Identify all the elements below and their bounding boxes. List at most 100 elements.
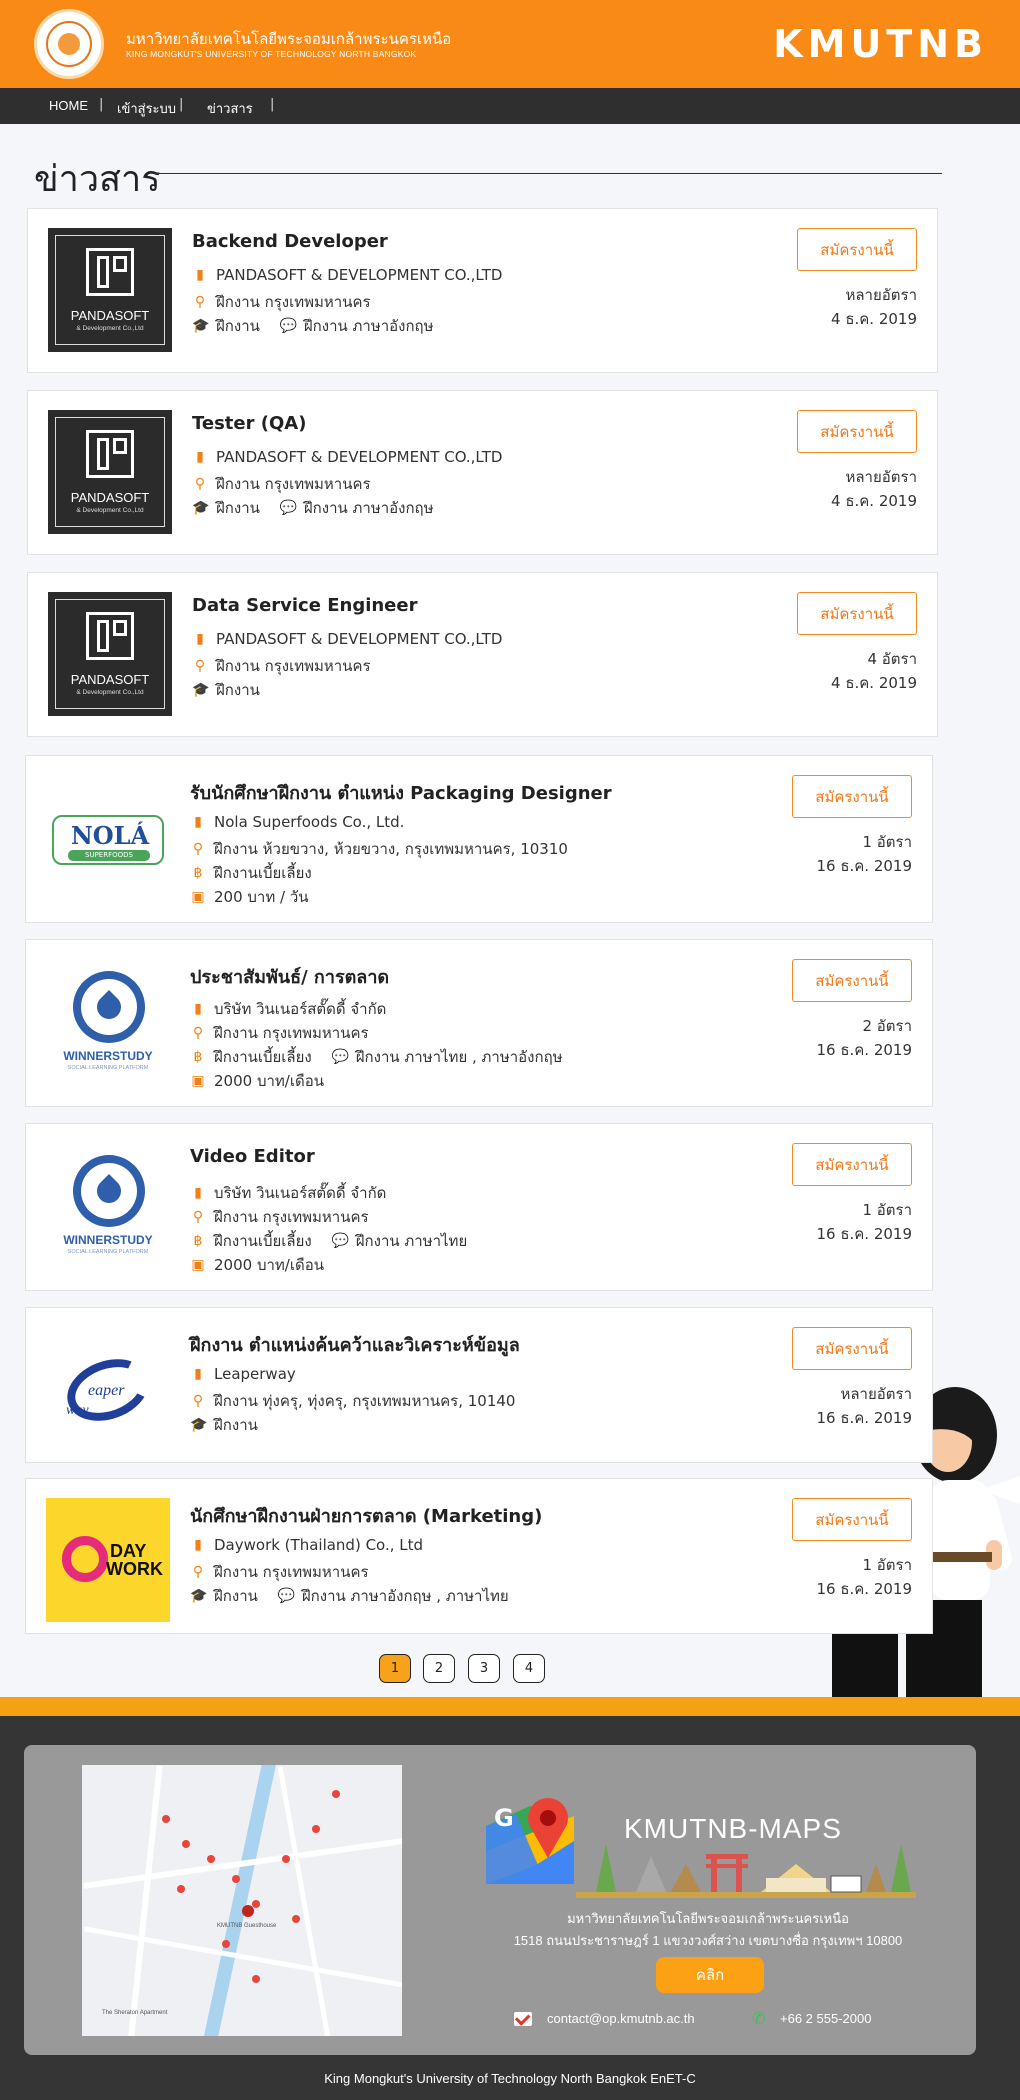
baht-icon: ฿ [193,865,203,881]
company-logo[interactable]: WINNERSTUDY SOCIAL LEARNING PLATFORM [46,959,170,1083]
job-detail-row: ▮ Nola Superfoods Co., Ltd. [190,813,404,831]
logo-subtitle: SUPERFOODS [68,850,150,861]
company-logo[interactable]: PANDASOFT & Development Co.,Ltd [48,228,172,352]
baht-icon: ฿ [193,1049,203,1065]
job-openings: หลายอัตรา [840,1385,912,1403]
map-road [84,1926,402,1989]
map-pin[interactable] [282,1855,290,1863]
brand-logo[interactable]: KMUTNB [773,24,988,64]
job-card[interactable]: PANDASOFT & Development Co.,Ltd Data Servi… [27,572,938,737]
map-pin[interactable] [222,1940,230,1948]
building-icon: ▮ [194,1185,202,1201]
map-pin[interactable] [312,1825,320,1833]
mark-bar [97,256,109,288]
job-card[interactable]: DAY WORK นักศึกษาฝึกงานฝ่ายการตลาด (Market… [25,1478,933,1634]
page-button-1[interactable]: 1 [379,1654,411,1683]
map-pin[interactable] [207,1855,215,1863]
job-detail-row: ▣ 2000 บาท/เดือน [190,1069,324,1093]
map-pin[interactable] [252,1900,260,1908]
job-card[interactable]: PANDASOFT & Development Co.,Ltd Tester (QA… [27,390,938,555]
page-button-3[interactable]: 3 [468,1654,500,1683]
logo-subtitle: SOCIAL LEARNING PLATFORM [67,1065,149,1071]
company-logo[interactable]: PANDASOFT & Development Co.,Ltd [48,592,172,716]
job-openings: 1 อัตรา [862,1556,912,1574]
map-pin[interactable] [292,1915,300,1923]
contact-email[interactable]: contact@op.kmutnb.ac.th [547,2011,695,2026]
google-maps-icon[interactable]: G [486,1796,574,1884]
contact-phone[interactable]: +66 2 555-2000 [780,2011,871,2026]
job-language: ฝึกงาน ภาษาอังกฤษ , ภาษาไทย [301,1587,509,1605]
job-title[interactable]: Backend Developer [192,231,388,252]
apply-button[interactable]: สมัครงานนี้ [792,775,912,818]
logo-subtitle: WORK [106,1559,163,1579]
job-title[interactable]: Tester (QA) [192,413,306,434]
job-title[interactable]: ฝึกงาน ตำแหน่งค้นคว้าและวิเคราะห์ข้อมูล [190,1330,520,1359]
map-pin[interactable] [177,1885,185,1893]
job-openings: 4 อัตรา [867,650,917,668]
job-detail-row: ⚲ ฝึกงาน กรุงเทพมหานคร [190,1205,369,1229]
job-detail-row: ▮ บริษัท วินเนอร์สตั๊ดดี้ จำกัด [190,997,386,1021]
job-card[interactable]: WINNERSTUDY SOCIAL LEARNING PLATFORM ประชา… [25,939,933,1107]
logo-subtitle: & Development Co.,Ltd [76,507,144,514]
job-posted-date: 16 ธ.ค. 2019 [816,1580,912,1598]
job-card[interactable]: NOLÁ SUPERFOODS รับนักศึกษาฝึกงาน ตำแหน่ง … [25,755,933,923]
apply-button[interactable]: สมัครงานนี้ [792,959,912,1002]
job-title[interactable]: รับนักศึกษาฝึกงาน ตำแหน่ง Packaging Desi… [190,778,612,807]
job-card[interactable]: WINNERSTUDY SOCIAL LEARNING PLATFORM Video… [25,1123,933,1291]
logo-name: DAY [110,1541,147,1561]
map-river [200,1765,278,2036]
job-openings: 1 อัตรา [862,833,912,851]
page-button-2[interactable]: 2 [423,1654,455,1683]
company-logo[interactable]: eaper way [46,1327,170,1451]
map-pin[interactable] [162,1815,170,1823]
map-pin[interactable] [332,1790,340,1798]
company-logo[interactable]: DAY WORK [46,1498,170,1622]
location-pin-icon: ⚲ [194,294,206,310]
company-name: PANDASOFT & DEVELOPMENT CO.,LTD [216,266,503,284]
map-pin[interactable] [252,1975,260,1983]
job-detail-row: ▣ 2000 บาท/เดือน [190,1253,324,1277]
company-name: Nola Superfoods Co., Ltd. [214,813,405,831]
job-card[interactable]: PANDASOFT & Development Co.,Ltd Backend De… [27,208,938,373]
nav-news[interactable]: ข่าวสาร [207,98,253,119]
logo-name: NOLÁ [70,821,150,850]
job-language: ฝึกงาน ภาษาอังกฤษ [303,499,434,517]
job-language: ฝึกงาน ภาษาไทย , ภาษาอังกฤษ [355,1048,563,1066]
map-main-pin[interactable] [242,1905,254,1917]
job-card[interactable]: eaper way ฝึกงาน ตำแหน่งค้นคว้าและวิเคราะห… [25,1307,933,1463]
job-location: ฝึกงาน กรุงเทพมหานคร [214,1563,369,1581]
nav-home[interactable]: HOME [49,98,88,113]
job-detail-row: ▮ Daywork (Thailand) Co., Ltd [190,1536,423,1554]
company-logo[interactable]: NOLÁ SUPERFOODS [46,775,170,899]
job-posted-date: 4 ธ.ค. 2019 [831,674,917,692]
apply-button[interactable]: สมัครงานนี้ [797,592,917,635]
job-posted-date: 4 ธ.ค. 2019 [831,310,917,328]
company-logo[interactable]: PANDASOFT & Development Co.,Ltd [48,410,172,534]
map-click-button[interactable]: คลิก [656,1957,764,1993]
speech-bubble-icon: 💬 [279,318,298,334]
page-button-4[interactable]: 4 [513,1654,545,1683]
company-logo[interactable]: WINNERSTUDY SOCIAL LEARNING PLATFORM [46,1143,170,1267]
pandasoft-mark-icon [86,430,134,478]
job-title[interactable]: ประชาสัมพันธ์/ การตลาด [190,962,389,991]
map-pin[interactable] [232,1875,240,1883]
apply-button[interactable]: สมัครงานนี้ [792,1143,912,1186]
job-title[interactable]: Video Editor [190,1146,315,1167]
university-seal-icon[interactable] [34,9,104,79]
speech-bubble-icon: 💬 [331,1049,350,1065]
location-map[interactable]: KMUTNB Guesthouse The Sheraton Apartment [82,1765,402,2036]
job-detail-row: ⚲ ฝึกงาน กรุงเทพมหานคร [192,290,371,314]
job-detail-row: ฿ ฝึกงานเบี้ยเลี้ยง [190,861,312,885]
job-location: ฝึกงาน กรุงเทพมหานคร [214,1024,369,1042]
map-pin[interactable] [182,1840,190,1848]
logo-subtitle: & Development Co.,Ltd [76,689,144,696]
apply-button[interactable]: สมัครงานนี้ [797,410,917,453]
apply-button[interactable]: สมัครงานนี้ [797,228,917,271]
apply-button[interactable]: สมัครงานนี้ [792,1327,912,1370]
logo-subtitle: SOCIAL LEARNING PLATFORM [67,1249,149,1255]
job-title[interactable]: นักศึกษาฝึกงานฝ่ายการตลาด (Marketing) [190,1501,542,1530]
location-pin-icon: ⚲ [192,1564,204,1580]
apply-button[interactable]: สมัครงานนี้ [792,1498,912,1541]
nav-login[interactable]: เข้าสู่ระบบ [117,98,176,119]
job-title[interactable]: Data Service Engineer [192,595,417,616]
